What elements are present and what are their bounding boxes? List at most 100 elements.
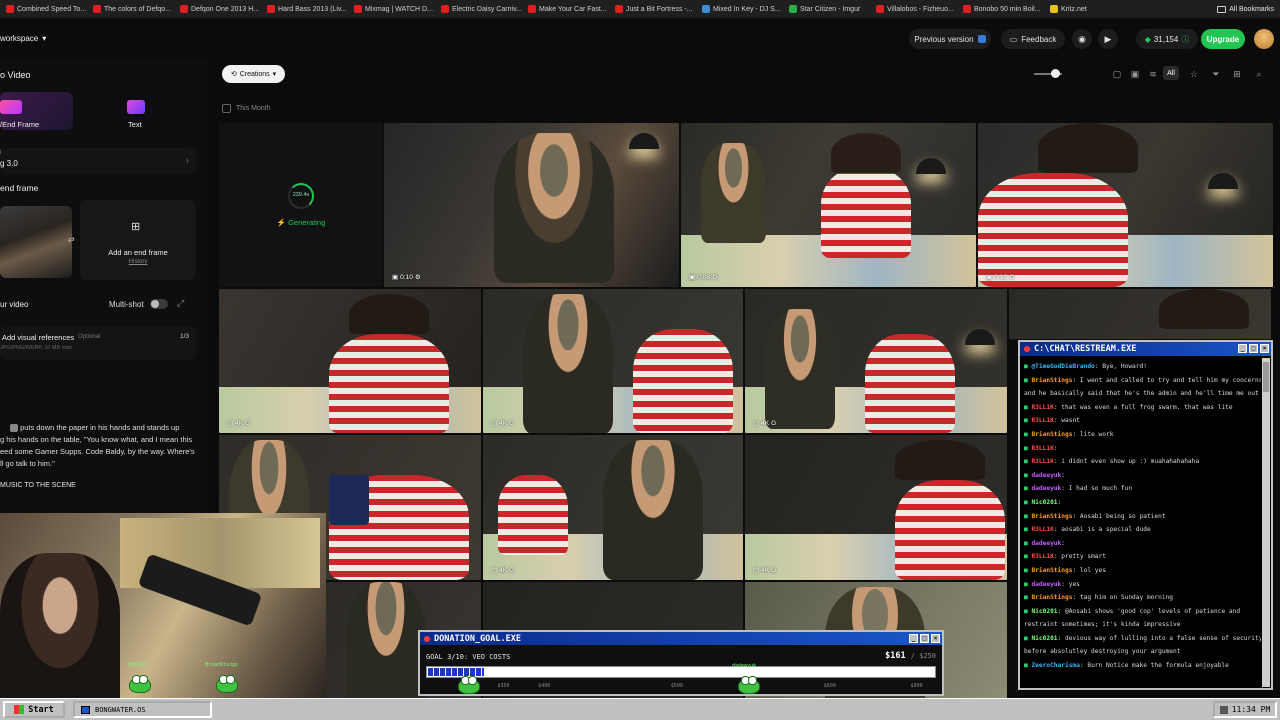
image-icon[interactable]: ▢ [1110, 67, 1124, 81]
chat-text: aosabi is a special dude [1061, 526, 1151, 534]
chat-username[interactable]: dadeeyuk [1031, 485, 1061, 492]
flag-robe-figure [865, 334, 955, 433]
image-icon: ▢ [753, 420, 760, 427]
minimize-icon[interactable]: _ [1238, 344, 1247, 353]
video-tile[interactable]: ▢ 4K G [219, 289, 481, 433]
swap-icon[interactable]: ⇄ [68, 235, 75, 244]
chat-scrollbar[interactable] [1262, 358, 1270, 687]
search-icon[interactable]: ⌕ [1252, 67, 1266, 81]
bookmark-item[interactable]: Make Your Car Fast... [522, 5, 609, 13]
close-icon[interactable]: × [1260, 344, 1269, 353]
chat-username[interactable]: BrianStings [1031, 567, 1072, 574]
all-filter-button[interactable]: All [1163, 66, 1179, 80]
progress-label: 239.4s [292, 192, 310, 198]
youtube-icon[interactable]: ▶ [1098, 29, 1118, 49]
flag-robe-figure [498, 475, 568, 555]
settings-icon: ⚙ [1008, 274, 1015, 281]
bookmark-item[interactable]: Just a Bit Fortress -... [609, 5, 696, 13]
chat-username[interactable]: dadeeyuk [1031, 540, 1061, 547]
chat-username[interactable]: Nic0201 [1031, 635, 1057, 642]
minimize-icon[interactable]: _ [909, 634, 918, 643]
bookmark-item[interactable]: Villalobos - Fizheuo... [870, 5, 957, 13]
video-icon[interactable]: ▣ [1128, 67, 1142, 81]
audio-icon[interactable]: ≋ [1146, 67, 1160, 81]
credits-badge[interactable]: ◆ 31,154 ⓘ [1136, 29, 1198, 49]
start-button[interactable]: Start [3, 701, 65, 718]
video-tile[interactable]: ▣ 0:08 ⚙ [681, 123, 976, 287]
text-icon[interactable] [127, 100, 145, 114]
g-icon: G [509, 566, 515, 574]
visual-references-box[interactable]: Add visual references Optional JPG/PNG/W… [0, 326, 196, 360]
bookmark-label: Bonobo 50 min Boil... [974, 5, 1041, 13]
add-end-frame-dropzone[interactable]: ⊞ Add an end frame History [80, 200, 196, 280]
image-icon: ▢ [491, 567, 498, 574]
creations-dropdown[interactable]: ⟲ Creations ▾ [222, 65, 285, 83]
tab-text-label[interactable]: Text [128, 120, 142, 129]
chat-username[interactable]: BrianStings [1031, 513, 1072, 520]
chat-username[interactable]: dadeeyuk [1031, 472, 1061, 479]
chat-username[interactable]: R3LL1K [1031, 417, 1053, 424]
bookmark-item[interactable]: Hard Bass 2013 (Liv... [261, 5, 348, 13]
maximize-icon[interactable]: □ [1249, 344, 1258, 353]
bookmark-item[interactable]: Star Citizen - Imgur [783, 5, 870, 13]
bookmark-item[interactable]: The colors of Defqo... [87, 5, 174, 13]
bookmark-item[interactable]: Combined Speed To... [0, 5, 87, 13]
workspace-selector[interactable]: workspace ▾ [0, 34, 46, 43]
chat-username[interactable]: R3LL1K [1031, 458, 1053, 465]
bookmark-item[interactable]: Mixmag | WATCH D... [348, 5, 435, 13]
bookmark-label: Mixmag | WATCH D... [365, 5, 433, 13]
taskbar-item[interactable]: BONGWATER.OS [73, 701, 212, 718]
bookmark-item[interactable]: Bonobo 50 min Boil... [957, 5, 1044, 13]
prompt-text[interactable]: puts down the paper in his hands and sta… [0, 422, 196, 470]
checkbox[interactable] [222, 104, 231, 113]
discord-icon[interactable]: ◉ [1072, 29, 1092, 49]
maximize-icon[interactable]: □ [920, 634, 929, 643]
chat-username[interactable]: R3LL1K [1031, 526, 1053, 533]
avatar[interactable] [1254, 29, 1274, 49]
chat-username[interactable]: R3LL1K [1031, 553, 1053, 560]
upgrade-button[interactable]: Upgrade [1201, 29, 1245, 49]
video-tile[interactable]: ▢ 4K G [483, 435, 743, 580]
previous-version-button[interactable]: Previous version [909, 29, 991, 49]
chat-username[interactable]: BrianStings [1031, 594, 1072, 601]
video-tile[interactable]: ▣ 0:12 ⚙ [978, 123, 1273, 287]
chat-username[interactable]: @TimeGodDieBrando [1031, 363, 1094, 370]
feedback-button[interactable]: ▭ Feedback [1001, 29, 1065, 49]
all-bookmarks[interactable]: All Bookmarks [1217, 0, 1274, 18]
video-icon: ▣ [392, 274, 399, 281]
start-frame-thumbnail[interactable] [0, 206, 72, 278]
expand-icon[interactable]: ⤢ [177, 298, 184, 309]
chat-username[interactable]: dadeeyuk [1031, 581, 1061, 588]
system-clock[interactable]: 11:34 PM [1213, 701, 1277, 718]
filter-icon[interactable]: ⏷ [1209, 67, 1223, 81]
history-link[interactable]: History [80, 259, 196, 265]
zoom-slider-handle[interactable] [1051, 69, 1060, 78]
chat-username[interactable]: ZeeroCharisma [1031, 662, 1079, 669]
video-tile[interactable]: ▢ 4K G [745, 289, 1007, 433]
chat-username[interactable]: R3LL1K [1031, 404, 1053, 411]
video-tile[interactable] [1009, 289, 1271, 339]
chat-username[interactable]: Nic0201 [1031, 499, 1057, 506]
video-tile[interactable]: ▢ 4K G [483, 289, 743, 433]
bookmark-item[interactable]: Kritz.net [1044, 5, 1131, 13]
chat-message: restraint sometimes; it's kinda impressi… [1024, 618, 1261, 632]
video-tile[interactable]: ▢ 4K G [745, 435, 1007, 580]
soldier-figure [494, 133, 614, 283]
chat-username[interactable]: BrianStings [1031, 431, 1072, 438]
star-icon[interactable]: ☆ [1187, 67, 1201, 81]
multishot-toggle[interactable] [150, 299, 168, 309]
video-tile[interactable]: ▣ 0:10 ⚙ [384, 123, 679, 287]
model-selector[interactable]: l g 3.0 › [0, 148, 196, 174]
grid-icon[interactable]: ⊞ [1230, 67, 1244, 81]
chat-username[interactable]: R3LL1K [1031, 445, 1053, 452]
close-icon[interactable]: × [931, 634, 940, 643]
bookmark-item[interactable]: Electric Daisy Carniv... [435, 5, 522, 13]
bookmark-item[interactable]: Mixed In Key - DJ S... [696, 5, 783, 13]
this-month-filter[interactable]: This Month [222, 104, 271, 113]
chat-text: that was even a full frog swarm. that wa… [1061, 403, 1233, 411]
duration-label: 0:10 [400, 273, 413, 281]
chat-username[interactable]: Nic0201 [1031, 608, 1057, 615]
bookmark-item[interactable]: Defqon One 2013 H... [174, 5, 261, 13]
donation-tick: $600 [823, 683, 836, 689]
chat-username[interactable]: BrianStings [1031, 377, 1072, 384]
